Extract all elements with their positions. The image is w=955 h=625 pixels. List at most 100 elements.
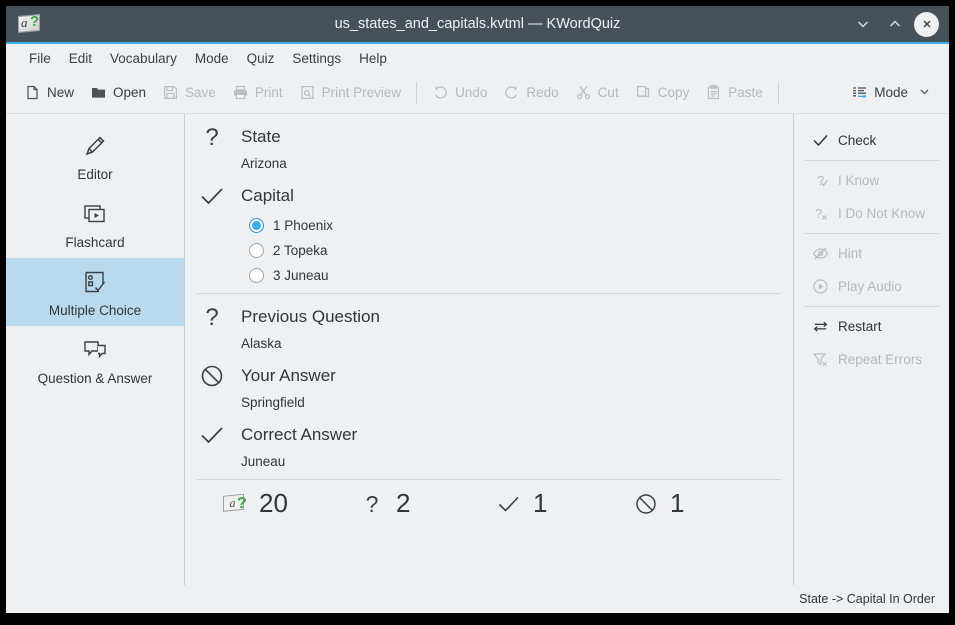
toolbar-print-preview-label: Print Preview xyxy=(321,85,402,100)
toolbar-save-label: Save xyxy=(185,85,216,100)
question-mark-icon: ? xyxy=(197,303,227,331)
toolbar-print-button: Print xyxy=(224,80,291,105)
sidebar-item-question-answer[interactable]: Question & Answer xyxy=(6,326,184,394)
printer-icon xyxy=(232,84,249,101)
clipboard-icon xyxy=(705,84,722,101)
close-icon[interactable] xyxy=(914,11,939,37)
score-correct: 1 xyxy=(495,488,632,519)
score-total-value: 20 xyxy=(259,488,288,518)
toolbar-new-label: New xyxy=(47,85,75,100)
choice-list: 1 Phoenix 2 Topeka 3 Juneau xyxy=(249,218,781,283)
menu-edit[interactable]: Edit xyxy=(60,48,101,69)
folder-icon xyxy=(90,84,107,101)
no-entry-icon xyxy=(197,362,227,390)
menu-settings[interactable]: Settings xyxy=(283,48,350,69)
toolbar-paste-label: Paste xyxy=(728,85,763,100)
choice-option-2[interactable]: 2 Topeka xyxy=(249,243,781,258)
quiz-panel: ? State Arizona Capital 1 Phoenix 2 Tope… xyxy=(185,114,794,585)
repeat-errors-button-label: Repeat Errors xyxy=(838,352,923,367)
pencil-icon xyxy=(81,132,109,160)
menu-vocabulary[interactable]: Vocabulary xyxy=(101,48,186,69)
restart-button[interactable]: Restart xyxy=(794,310,949,343)
actions-divider-1 xyxy=(804,160,939,161)
toolbar-mode-label: Mode xyxy=(874,85,908,100)
svg-text:?: ? xyxy=(815,206,822,221)
toolbar-mode-button[interactable]: Mode xyxy=(843,80,939,105)
your-answer-row: Your Answer xyxy=(197,353,781,390)
sidebar-item-flashcard[interactable]: Flashcard xyxy=(6,190,184,258)
undo-icon xyxy=(432,84,449,101)
question-mark-icon: ? xyxy=(358,491,386,517)
score-remaining: ? 2 xyxy=(358,488,495,519)
title-bar: a ? us_states_and_capitals.kvtml — KWord… xyxy=(6,6,949,44)
radio-icon-1[interactable] xyxy=(249,218,264,233)
toolbar-redo-label: Redo xyxy=(526,85,559,100)
kwordquiz-icon: a ? xyxy=(221,493,249,515)
question-row: ? State xyxy=(197,114,781,151)
play-audio-button: Play Audio xyxy=(794,270,949,303)
radio-icon-2[interactable] xyxy=(249,243,264,258)
actions-panel: Check ? I Know ? I Do Not Know Hint Play… xyxy=(794,114,949,585)
kwordquiz-window: a ? us_states_and_capitals.kvtml — KWord… xyxy=(6,6,949,613)
previous-question-row: ? Previous Question xyxy=(197,294,781,331)
redo-icon xyxy=(503,84,520,101)
svg-text:a: a xyxy=(230,495,236,510)
actions-divider-2 xyxy=(804,233,939,234)
toolbar-undo-label: Undo xyxy=(455,85,488,100)
minimize-icon[interactable] xyxy=(850,11,876,37)
check-icon xyxy=(197,182,227,210)
toolbar-paste-button: Paste xyxy=(697,80,771,105)
choice-option-3[interactable]: 3 Juneau xyxy=(249,268,781,283)
question-mark-icon: ? xyxy=(197,123,227,151)
menu-help[interactable]: Help xyxy=(350,48,396,69)
window-title: us_states_and_capitals.kvtml — KWordQuiz xyxy=(334,16,621,32)
question-x-icon: ? xyxy=(812,205,829,222)
previous-question-label: Previous Question xyxy=(241,307,380,326)
i-know-button: ? I Know xyxy=(794,164,949,197)
previous-question-value: Alaska xyxy=(241,336,282,351)
menu-bar: File Edit Vocabulary Mode Quiz Settings … xyxy=(6,44,949,72)
status-bar: State -> Capital In Order xyxy=(6,585,949,613)
menu-mode[interactable]: Mode xyxy=(186,48,238,69)
toolbar-copy-label: Copy xyxy=(657,85,690,100)
i-know-button-label: I Know xyxy=(838,173,880,188)
toolbar-separator-2 xyxy=(777,81,779,104)
correct-answer-label: Correct Answer xyxy=(241,425,358,444)
choice-option-1[interactable]: 1 Phoenix xyxy=(249,218,781,233)
maximize-icon[interactable] xyxy=(882,11,908,37)
mode-sidebar: Editor Flashcard Multiple Choice Questio… xyxy=(6,114,185,585)
restart-button-label: Restart xyxy=(838,319,882,334)
choice-label-3: 3 Juneau xyxy=(273,268,329,283)
toolbar-save-button: Save xyxy=(154,80,224,105)
i-do-not-know-button-label: I Do Not Know xyxy=(838,206,926,221)
flashcard-icon xyxy=(81,200,109,228)
toolbar-new-button[interactable]: New xyxy=(16,80,82,105)
toolbar-open-button[interactable]: Open xyxy=(82,80,154,105)
sidebar-item-multiple-choice[interactable]: Multiple Choice xyxy=(6,258,184,326)
sidebar-item-editor[interactable]: Editor xyxy=(6,122,184,190)
hint-button-label: Hint xyxy=(838,246,863,261)
score-bar: a ? 20 ? 2 1 1 xyxy=(197,480,781,521)
scissors-icon xyxy=(575,84,592,101)
menu-quiz[interactable]: Quiz xyxy=(238,48,284,69)
your-answer-value: Springfield xyxy=(241,395,305,410)
choice-label-2: 2 Topeka xyxy=(273,243,328,258)
sidebar-label-editor: Editor xyxy=(77,167,113,182)
score-correct-value: 1 xyxy=(533,488,548,518)
radio-icon-3[interactable] xyxy=(249,268,264,283)
chevron-down-icon[interactable] xyxy=(918,85,931,101)
mode-list-icon xyxy=(851,84,868,101)
main-body: Editor Flashcard Multiple Choice Questio… xyxy=(6,114,949,585)
question-value: Arizona xyxy=(241,156,287,171)
toolbar-copy-button: Copy xyxy=(627,80,698,105)
answer-label: Capital xyxy=(241,186,294,205)
funnel-x-icon xyxy=(812,351,829,368)
check-button[interactable]: Check xyxy=(794,124,949,157)
toolbar-separator-1 xyxy=(416,81,418,104)
menu-file[interactable]: File xyxy=(20,48,60,69)
toolbar-undo-button: Undo xyxy=(424,80,495,105)
score-total: a ? 20 xyxy=(221,488,358,519)
no-entry-icon xyxy=(632,492,660,516)
question-check-icon: ? xyxy=(812,172,829,189)
svg-text:?: ? xyxy=(237,495,247,512)
